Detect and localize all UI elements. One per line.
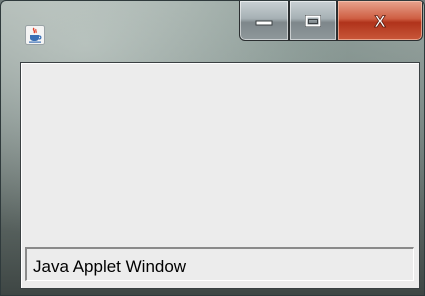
minimize-icon (255, 20, 273, 25)
java-coffee-cup-icon[interactable] (25, 25, 45, 45)
title-bar[interactable]: X (1, 1, 424, 57)
close-icon: X (374, 12, 387, 30)
close-glyph: X (374, 12, 386, 30)
minimize-button[interactable] (239, 1, 289, 41)
applet-status-bar: Java Applet Window (25, 247, 414, 281)
applet-content-area: Java Applet Window (20, 62, 420, 289)
window-controls: X (239, 1, 423, 43)
status-text: Java Applet Window (33, 257, 187, 276)
maximize-icon (305, 14, 321, 27)
close-button[interactable]: X (337, 1, 423, 41)
applet-window: X Java Applet Window (0, 0, 425, 296)
maximize-button[interactable] (289, 1, 337, 41)
